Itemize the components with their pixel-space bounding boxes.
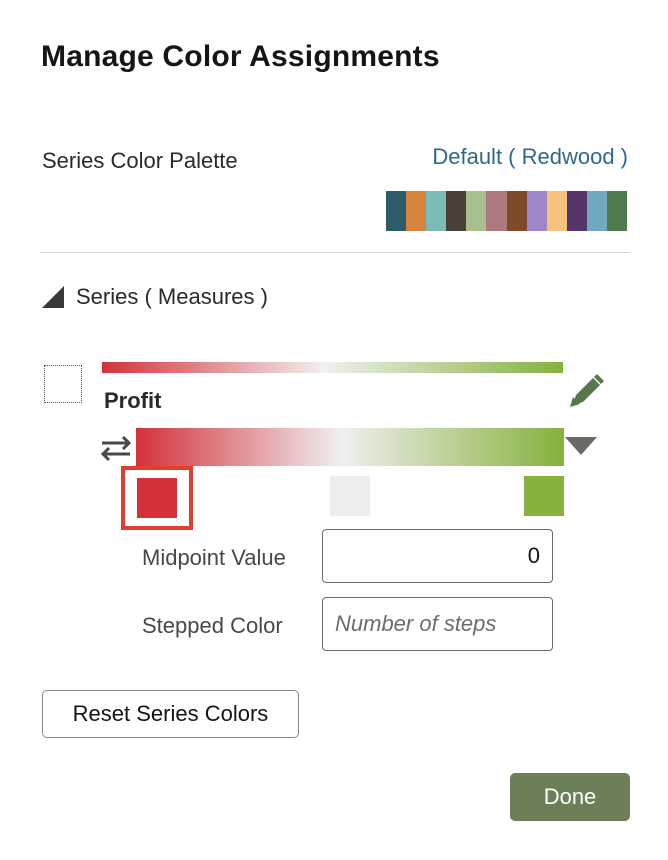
swap-arrows-icon[interactable] bbox=[97, 433, 135, 463]
palette-swatch bbox=[526, 191, 547, 231]
pencil-icon[interactable] bbox=[567, 371, 605, 407]
midpoint-value-input[interactable] bbox=[322, 529, 553, 583]
palette-swatch bbox=[607, 191, 628, 231]
palette-swatch bbox=[586, 191, 608, 231]
manage-color-dialog: Manage Color Assignments Series Color Pa… bbox=[0, 0, 668, 860]
palette-swatch bbox=[486, 191, 507, 231]
gradient-start-stop-selected[interactable] bbox=[121, 466, 193, 530]
palette-swatch bbox=[406, 191, 427, 231]
palette-swatch bbox=[386, 191, 407, 231]
measure-name: Profit bbox=[104, 388, 162, 413]
color-gradient-bar[interactable] bbox=[136, 428, 564, 466]
palette-swatch bbox=[426, 191, 447, 231]
stepped-color-input[interactable] bbox=[322, 597, 553, 651]
measure-gradient-preview bbox=[102, 362, 563, 373]
midpoint-label: Midpoint Value bbox=[142, 545, 286, 570]
series-section-label: Series ( Measures ) bbox=[76, 284, 268, 309]
palette-label: Series Color Palette bbox=[42, 148, 238, 173]
series-section-toggle[interactable]: Series ( Measures ) bbox=[42, 284, 268, 310]
divider bbox=[40, 252, 630, 253]
done-button[interactable]: Done bbox=[510, 773, 630, 821]
palette-swatch bbox=[506, 191, 527, 231]
palette-swatch bbox=[446, 191, 467, 231]
measure-checkbox[interactable] bbox=[44, 365, 82, 403]
palette-swatches[interactable] bbox=[386, 191, 628, 231]
gradient-end-stop[interactable] bbox=[524, 476, 564, 516]
reset-series-colors-button[interactable]: Reset Series Colors bbox=[42, 690, 299, 738]
start-color-swatch bbox=[137, 478, 177, 518]
dialog-title: Manage Color Assignments bbox=[41, 40, 440, 73]
palette-swatch bbox=[466, 191, 487, 231]
caret-down-icon[interactable] bbox=[565, 437, 597, 457]
stepped-color-label: Stepped Color bbox=[142, 613, 283, 638]
palette-swatch bbox=[546, 191, 567, 231]
palette-select-link[interactable]: Default ( Redwood ) bbox=[432, 144, 628, 170]
gradient-mid-stop[interactable] bbox=[330, 476, 370, 516]
triangle-down-right-icon bbox=[42, 286, 64, 308]
palette-swatch bbox=[566, 191, 587, 231]
